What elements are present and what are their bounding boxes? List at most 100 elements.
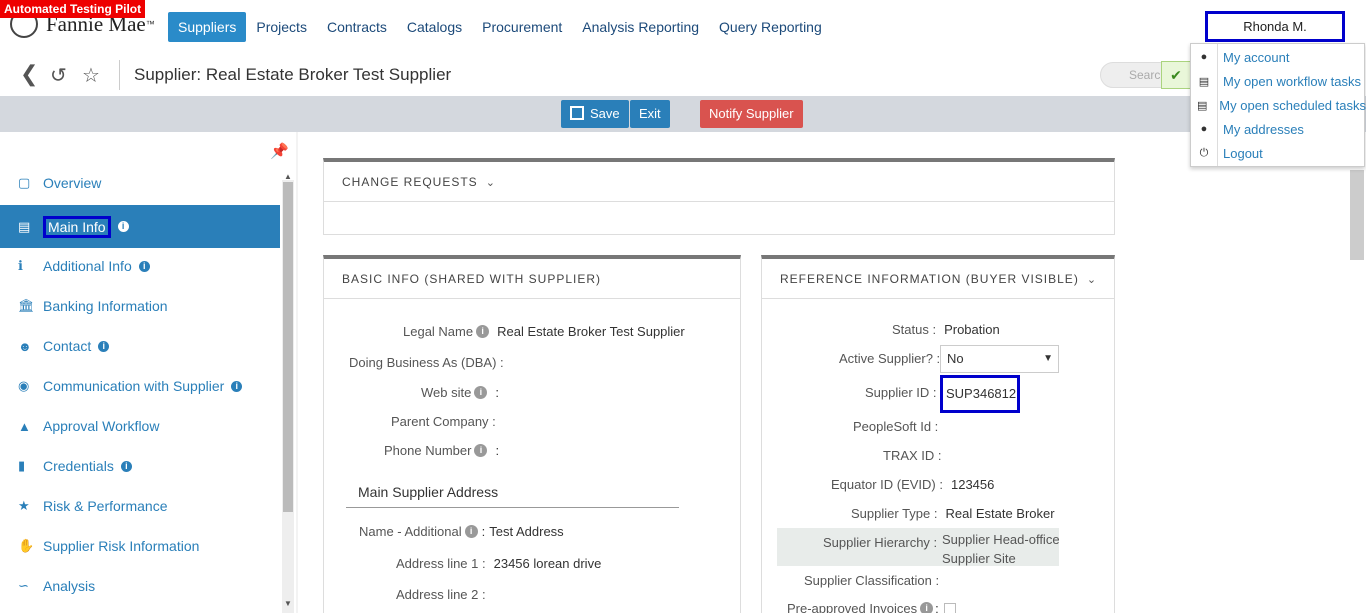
panel-title: BASIC INFO (SHARED WITH SUPPLIER) bbox=[324, 259, 740, 299]
sidebar-item-overview[interactable]: ▢ Overview bbox=[0, 163, 280, 203]
chat-icon: ◉ bbox=[18, 378, 30, 393]
menu-item-logout[interactable]: ⏻ Logout bbox=[1191, 141, 1366, 165]
exit-button[interactable]: Exit bbox=[630, 100, 670, 128]
sidebar-item-banking[interactable]: 🏛 Banking Information bbox=[0, 286, 280, 326]
info-icon[interactable]: i bbox=[117, 221, 129, 232]
menu-item-my-addresses[interactable]: ● My addresses bbox=[1191, 117, 1366, 141]
info-icon[interactable]: i bbox=[920, 602, 934, 613]
info-icon[interactable]: i bbox=[464, 525, 478, 538]
field-label: Parent Company : bbox=[391, 414, 496, 429]
field-label: Address line 1 : bbox=[396, 556, 486, 571]
power-icon: ⏻ bbox=[1199, 146, 1209, 159]
reference-info-header[interactable]: REFERENCE INFORMATION (BUYER VISIBLE) ⌄ bbox=[762, 259, 1114, 299]
active-supplier-select[interactable]: No ▼ bbox=[940, 345, 1059, 373]
thumbs-up-icon: ✋ bbox=[18, 538, 35, 553]
field-label: Pre-approved Invoices bbox=[787, 601, 918, 613]
address-line1-value: 23456 lorean drive bbox=[493, 556, 602, 571]
action-toolbar: Save Exit Notify Supplier bbox=[0, 96, 1366, 132]
divider bbox=[346, 507, 679, 508]
supplier-type-value: Real Estate Broker bbox=[945, 506, 1055, 521]
chevron-down-icon: ⌄ bbox=[485, 177, 496, 189]
menu-item-label: My open workflow tasks bbox=[1223, 73, 1361, 89]
pin-icon[interactable]: 📌 bbox=[270, 142, 289, 160]
sidebar-item-supplier-risk[interactable]: ✋ Supplier Risk Information bbox=[0, 526, 280, 566]
sidebar-item-label: Analysis bbox=[43, 578, 96, 594]
preapproved-checkbox[interactable] bbox=[944, 603, 956, 613]
sidebar-item-credentials[interactable]: ▮ Credentials i bbox=[0, 446, 280, 486]
info-icon[interactable]: i bbox=[98, 340, 110, 352]
user-menu-button[interactable]: Rhonda M. bbox=[1205, 11, 1345, 42]
field-label: Address line 2 : bbox=[396, 587, 486, 602]
hierarchy-value: Supplier Site bbox=[942, 551, 1016, 566]
info-icon[interactable]: i bbox=[476, 325, 490, 338]
sidebar-item-risk-performance[interactable]: ★ Risk & Performance bbox=[0, 486, 280, 526]
workflow-icon: ▲ bbox=[18, 418, 31, 434]
save-button[interactable]: Save bbox=[561, 100, 629, 128]
sidebar-item-main-info[interactable]: ▤ Main Info i bbox=[0, 205, 280, 248]
menu-item-scheduled-tasks[interactable]: ▤ My open scheduled tasks bbox=[1191, 93, 1366, 117]
nav-projects[interactable]: Projects bbox=[246, 12, 317, 42]
field-label: Name - Additional bbox=[359, 524, 462, 539]
monitor-icon: ▢ bbox=[18, 175, 31, 190]
main-scrollbar-thumb[interactable] bbox=[1350, 170, 1364, 260]
nav-procurement[interactable]: Procurement bbox=[472, 12, 572, 42]
scroll-up-icon[interactable]: ▲ bbox=[284, 172, 292, 181]
nav-analysis-reporting[interactable]: Analysis Reporting bbox=[572, 12, 709, 42]
back-icon[interactable]: ❮ bbox=[20, 61, 38, 87]
field-label: PeopleSoft Id : bbox=[853, 419, 939, 434]
sidebar-item-approval-workflow[interactable]: ▲ Approval Workflow bbox=[0, 406, 280, 446]
address-name-row: Name - Additional i: Test Address bbox=[359, 524, 564, 539]
status-row: Status : Probation bbox=[892, 322, 1000, 337]
info-icon[interactable]: i bbox=[231, 380, 243, 392]
change-requests-header[interactable]: CHANGE REQUESTS ⌄ bbox=[324, 162, 1114, 202]
sidebar-item-contact[interactable]: ☻ Contact i bbox=[0, 326, 280, 366]
trademark: ™ bbox=[145, 19, 155, 29]
checkmark-icon: ✔ bbox=[1161, 61, 1191, 89]
sidebar-item-label: Supplier Risk Information bbox=[43, 538, 200, 554]
info-icon[interactable]: i bbox=[120, 460, 132, 472]
info-icon[interactable]: i bbox=[474, 444, 488, 457]
users-icon: ☻ bbox=[18, 338, 32, 354]
nav-contracts[interactable]: Contracts bbox=[317, 12, 397, 42]
id-card-icon: ▤ bbox=[18, 218, 31, 234]
colon: : bbox=[481, 524, 486, 539]
info-icon[interactable]: i bbox=[474, 386, 488, 399]
favorite-star-icon[interactable]: ☆ bbox=[82, 63, 100, 88]
notify-supplier-button[interactable]: Notify Supplier bbox=[700, 100, 803, 128]
legal-name-row: Legal Name i Real Estate Broker Test Suppl… bbox=[403, 324, 685, 339]
sidebar-item-label: Communication with Supplier bbox=[43, 378, 225, 394]
menu-item-label: My account bbox=[1223, 49, 1290, 65]
colon: : bbox=[495, 443, 500, 458]
supplier-id-value: SUP346812 bbox=[940, 375, 1020, 413]
sidebar-item-analysis[interactable]: ∽ Analysis bbox=[0, 566, 280, 606]
bank-icon: 🏛 bbox=[18, 298, 35, 313]
supplier-type-row: Supplier Type : Real Estate Broker bbox=[851, 506, 1055, 521]
sidebar-item-communication[interactable]: ◉ Communication with Supplier i bbox=[0, 366, 280, 406]
chart-icon: ∽ bbox=[18, 578, 29, 593]
field-label: TRAX ID : bbox=[883, 448, 942, 463]
document-icon: ▤ bbox=[1198, 75, 1210, 88]
field-label: Active Supplier? : bbox=[839, 351, 941, 366]
parent-company-row: Parent Company : bbox=[391, 414, 496, 429]
menu-item-my-account[interactable]: ● My account bbox=[1191, 45, 1366, 69]
nav-suppliers[interactable]: Suppliers bbox=[168, 12, 247, 42]
change-requests-panel: CHANGE REQUESTS ⌄ bbox=[323, 158, 1115, 235]
field-label: Supplier Classification : bbox=[804, 573, 940, 588]
sidebar-item-additional-info[interactable]: ℹ Additional Info i bbox=[0, 246, 280, 286]
user-icon: ● bbox=[1200, 123, 1208, 135]
field-label: Supplier ID : bbox=[865, 385, 937, 400]
website-row: Web site i: bbox=[421, 385, 499, 400]
sidebar-item-label: Credentials bbox=[43, 458, 114, 474]
info-icon[interactable]: i bbox=[138, 260, 150, 272]
page-title: Supplier: Real Estate Broker Test Suppli… bbox=[134, 65, 452, 84]
sidebar-scroll-thumb[interactable] bbox=[283, 182, 293, 512]
menu-item-workflow-tasks[interactable]: ▤ My open workflow tasks bbox=[1191, 69, 1366, 93]
nav-query-reporting[interactable]: Query Reporting bbox=[709, 12, 832, 42]
dba-row: Doing Business As (DBA) : bbox=[349, 355, 504, 370]
top-navbar: Automated Testing Pilot Fannie Mae ™ Supp… bbox=[0, 0, 1366, 54]
menu-item-label: My addresses bbox=[1223, 121, 1304, 137]
history-icon[interactable]: ↺ bbox=[50, 63, 67, 88]
sidebar-item-label: Contact bbox=[43, 338, 92, 354]
nav-catalogs[interactable]: Catalogs bbox=[397, 12, 472, 42]
scroll-down-icon[interactable]: ▼ bbox=[284, 599, 292, 608]
